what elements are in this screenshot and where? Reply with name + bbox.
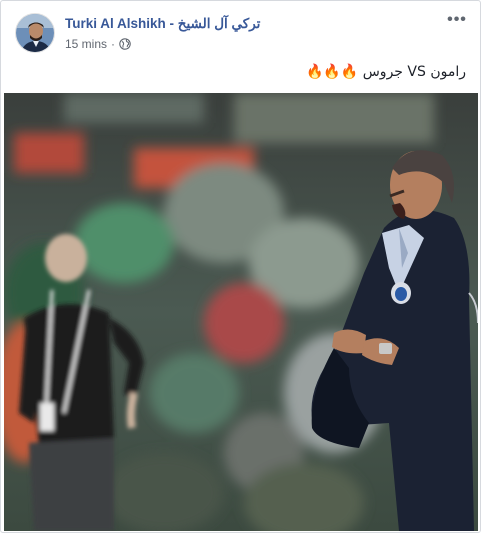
post-card: Turki Al Alshikh - تركي آل الشيخ 15 mins… [0, 0, 481, 533]
meta-separator: · [111, 37, 116, 51]
post-timestamp[interactable]: 15 mins [65, 37, 107, 51]
post-text: رامون VS جروس 🔥🔥🔥 [305, 64, 466, 80]
post-photo[interactable] [4, 93, 478, 531]
author-avatar[interactable] [15, 13, 55, 53]
more-options-icon[interactable]: ••• [447, 12, 467, 29]
globe-icon[interactable] [119, 38, 131, 50]
post-meta: 15 mins · [65, 37, 131, 51]
author-name-link[interactable]: Turki Al Alshikh - تركي آل الشيخ [65, 16, 260, 32]
post-header: Turki Al Alshikh - تركي آل الشيخ 15 mins… [15, 12, 467, 55]
